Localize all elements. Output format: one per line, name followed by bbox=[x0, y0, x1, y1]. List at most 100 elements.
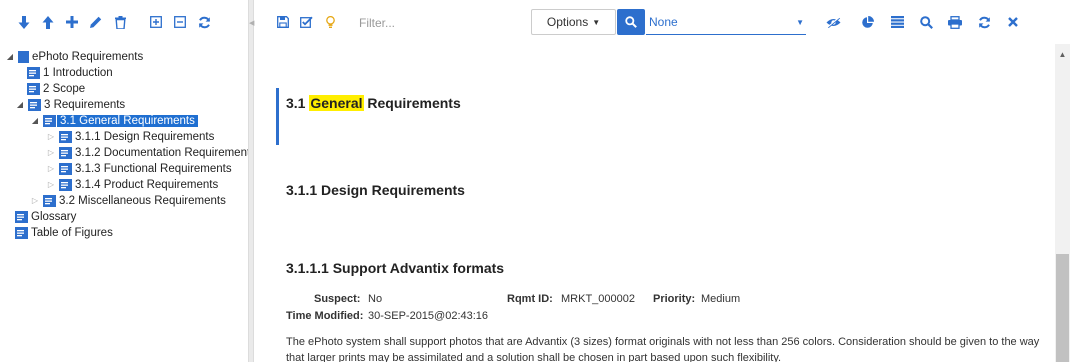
tree-item-product-requirements[interactable]: ▷ 3.1.4 Product Requirements bbox=[46, 177, 218, 192]
expanded-caret-icon[interactable]: ◢ bbox=[5, 52, 15, 61]
hide-eye-icon bbox=[826, 16, 840, 28]
refresh-icon bbox=[978, 16, 990, 28]
collapsed-caret-icon[interactable]: ▷ bbox=[30, 196, 40, 205]
caret-down-icon: ▼ bbox=[796, 18, 804, 27]
collapsed-caret-icon[interactable]: ▷ bbox=[46, 180, 56, 189]
refresh-button[interactable] bbox=[973, 11, 995, 33]
document-icon bbox=[43, 194, 56, 207]
move-down-button[interactable] bbox=[13, 11, 35, 33]
tree-item-label: ePhoto Requirements bbox=[32, 50, 144, 63]
heading-text: Requirements bbox=[363, 95, 461, 111]
move-up-button[interactable] bbox=[37, 11, 59, 33]
edit-button[interactable] bbox=[85, 11, 107, 33]
document-icon bbox=[59, 162, 72, 175]
document-icon bbox=[28, 98, 41, 111]
arrow-down-icon bbox=[18, 15, 30, 29]
section-heading-3-1: 3.1 General Requirements bbox=[286, 95, 461, 111]
heading-number: 3.1 bbox=[286, 95, 310, 111]
options-label: Options bbox=[546, 15, 589, 29]
tree-item-label: Table of Figures bbox=[31, 226, 113, 239]
collapse-all-icon bbox=[174, 16, 186, 28]
collapse-all-button[interactable] bbox=[169, 11, 191, 33]
document-icon bbox=[18, 50, 29, 63]
scrollbar-thumb[interactable] bbox=[1056, 254, 1069, 362]
collapsed-caret-icon[interactable]: ▷ bbox=[46, 148, 56, 157]
tree-item-design-requirements[interactable]: ▷ 3.1.1 Design Requirements bbox=[46, 129, 214, 144]
plus-icon bbox=[66, 16, 78, 28]
find-button[interactable] bbox=[915, 11, 937, 33]
expanded-caret-icon[interactable]: ◢ bbox=[15, 100, 25, 109]
requirement-heading: 3.1.1.1 Support Advantix formats bbox=[286, 260, 505, 276]
print-icon bbox=[948, 15, 962, 29]
time-modified-value: 30-SEP-2015@02:43:16 bbox=[368, 310, 489, 322]
checklist-icon bbox=[299, 16, 313, 28]
hide-button[interactable] bbox=[822, 11, 844, 33]
options-button[interactable]: Options ▼ bbox=[531, 9, 616, 35]
document-icon bbox=[27, 82, 40, 95]
tree-item-general-requirements[interactable]: ◢ 3.1 General Requirements bbox=[30, 113, 198, 128]
tree-item-label: 3.1.4 Product Requirements bbox=[75, 178, 219, 191]
scroll-up-arrow-icon[interactable]: ▲ bbox=[1055, 50, 1070, 60]
save-button[interactable] bbox=[272, 11, 294, 33]
suggestion-button[interactable] bbox=[319, 11, 341, 33]
pie-chart-icon bbox=[861, 15, 874, 28]
document-content: 3.1 General Requirements 3.1.1 Design Re… bbox=[254, 44, 1055, 362]
document-icon bbox=[15, 226, 28, 239]
search-icon bbox=[625, 16, 637, 28]
search-icon bbox=[919, 15, 933, 29]
tree-item-functional-requirements[interactable]: ▷ 3.1.3 Functional Requirements bbox=[46, 161, 232, 176]
view-select[interactable]: None ▼ bbox=[646, 9, 806, 35]
list-view-button[interactable] bbox=[886, 11, 908, 33]
tree-item-miscellaneous-requirements[interactable]: ▷ 3.2 Miscellaneous Requirements bbox=[30, 193, 226, 208]
chart-button[interactable] bbox=[856, 11, 878, 33]
tree-item-documentation-requirements[interactable]: ▷ 3.1.2 Documentation Requirements bbox=[46, 145, 248, 160]
collapsed-caret-icon[interactable]: ▷ bbox=[46, 164, 56, 173]
document-icon bbox=[42, 113, 57, 128]
vertical-scrollbar[interactable]: ▲ bbox=[1055, 44, 1070, 362]
trash-icon bbox=[114, 15, 126, 29]
print-button[interactable] bbox=[944, 11, 966, 33]
caret-down-icon: ▼ bbox=[592, 17, 601, 27]
document-icon bbox=[59, 130, 72, 143]
tree-item-scope[interactable]: 2 Scope bbox=[27, 81, 85, 96]
expanded-caret-icon[interactable]: ◢ bbox=[30, 116, 40, 125]
save-icon bbox=[277, 16, 289, 28]
view-select-value: None bbox=[649, 14, 678, 29]
delete-button[interactable] bbox=[109, 11, 131, 33]
expand-all-button[interactable] bbox=[145, 11, 167, 33]
refresh-icon bbox=[198, 16, 210, 28]
suspect-label: Suspect: bbox=[314, 293, 361, 305]
tree-refresh-button[interactable] bbox=[193, 11, 215, 33]
tree-item-label: 3.1.1 Design Requirements bbox=[75, 130, 215, 143]
tree-item-glossary[interactable]: Glossary bbox=[15, 209, 76, 224]
filter-input[interactable] bbox=[357, 12, 521, 34]
requirement-text: The ePhoto system shall support photos t… bbox=[286, 336, 1040, 362]
suspect-value: No bbox=[368, 293, 383, 305]
close-button[interactable] bbox=[1002, 11, 1024, 33]
search-button[interactable] bbox=[617, 9, 645, 35]
tree-toolbar bbox=[0, 0, 248, 44]
add-button[interactable] bbox=[61, 11, 83, 33]
section-heading-3-1-1: 3.1.1 Design Requirements bbox=[286, 182, 465, 198]
tree-item-root[interactable]: ◢ ePhoto Requirements bbox=[5, 49, 143, 64]
tree-item-label: 3.1 General Requirements bbox=[57, 114, 198, 127]
tree-item-label: 1 Introduction bbox=[43, 66, 113, 79]
splitter-collapse-icon[interactable]: ◀ bbox=[249, 19, 254, 29]
document-icon bbox=[59, 146, 72, 159]
tree-item-label: 3.1.2 Documentation Requirements bbox=[75, 146, 248, 159]
tree-item-label: 3 Requirements bbox=[44, 98, 126, 111]
tree-item-requirements[interactable]: ◢ 3 Requirements bbox=[15, 97, 125, 112]
document-toolbar: Options ▼ None ▼ bbox=[254, 0, 1070, 44]
collapsed-caret-icon[interactable]: ▷ bbox=[46, 132, 56, 141]
tree-item-label: 3.1.3 Functional Requirements bbox=[75, 162, 232, 175]
tree-item-table-of-figures[interactable]: Table of Figures bbox=[15, 225, 113, 240]
tree-item-label: 3.2 Miscellaneous Requirements bbox=[59, 194, 226, 207]
priority-label: Priority: bbox=[653, 293, 696, 305]
document-icon bbox=[59, 178, 72, 191]
priority-value: Medium bbox=[701, 293, 741, 305]
view-tools bbox=[819, 11, 1024, 33]
time-modified-label: Time Modified: bbox=[286, 310, 364, 322]
tree-item-introduction[interactable]: 1 Introduction bbox=[27, 65, 113, 80]
checklist-button[interactable] bbox=[295, 11, 317, 33]
close-icon bbox=[1008, 17, 1018, 27]
